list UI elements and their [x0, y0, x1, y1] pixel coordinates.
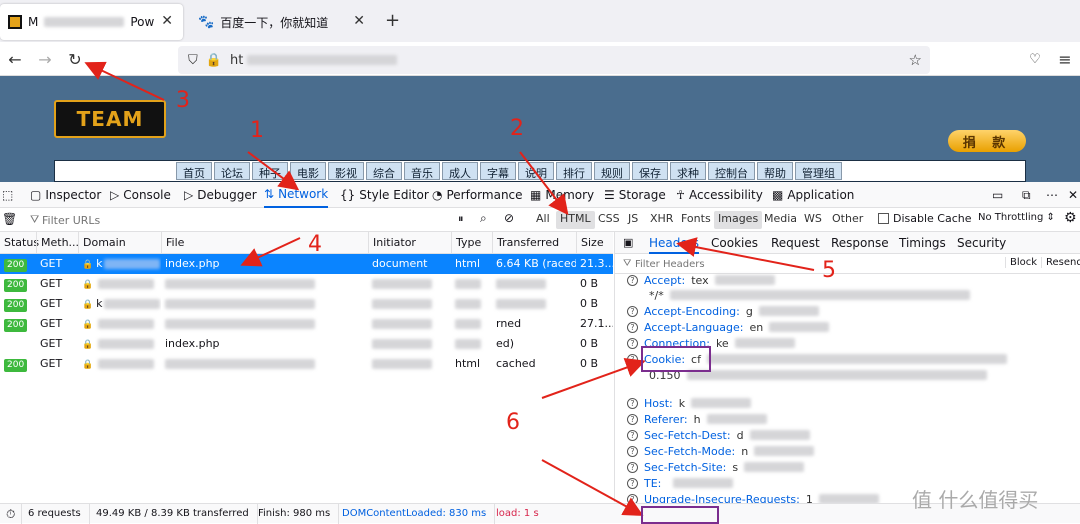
annotation-5: 5	[822, 258, 836, 283]
annotation-3: 3	[176, 88, 190, 113]
annotation-2: 2	[510, 116, 524, 141]
cookie-highlight-box	[641, 346, 711, 372]
annotation-arrows	[84, 61, 815, 516]
arrow-4	[240, 237, 301, 267]
arrow-2	[519, 151, 569, 216]
watermark: 值 什么值得买	[912, 488, 1039, 512]
arrow-6b	[541, 459, 644, 516]
user-agent-highlight-box	[641, 506, 719, 524]
arrow-3	[84, 61, 165, 101]
annotation-6: 6	[506, 410, 520, 435]
annotation-4: 4	[308, 232, 322, 257]
arrow-1	[247, 151, 300, 191]
arrow-6a	[541, 358, 646, 399]
annotation-1: 1	[250, 118, 264, 143]
arrow-5	[676, 237, 815, 271]
